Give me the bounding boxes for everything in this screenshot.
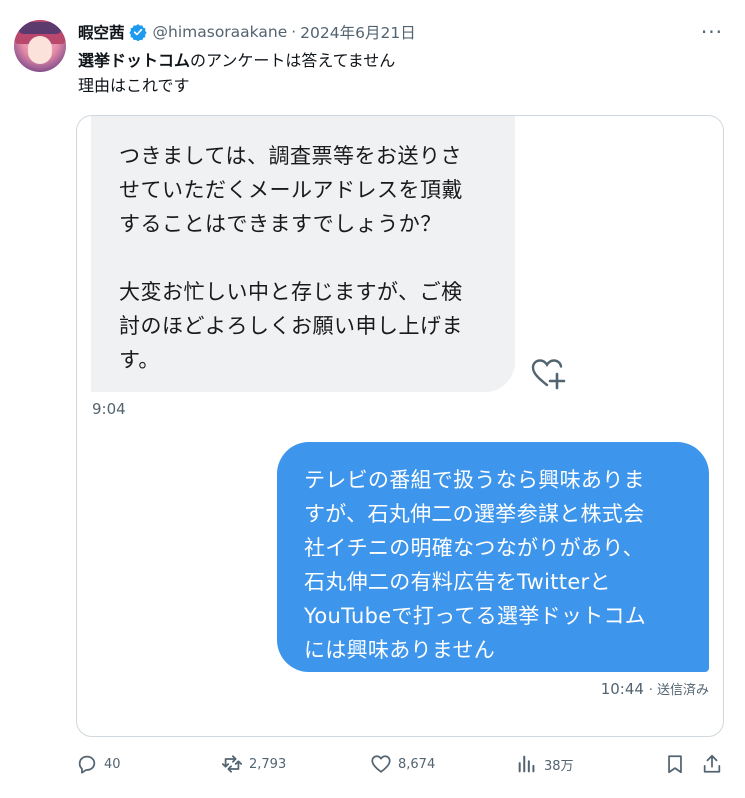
bookmark-button[interactable] [664, 748, 686, 780]
repost-count: 2,793 [249, 756, 287, 772]
mention-link[interactable]: 選挙ドットコム [78, 51, 190, 70]
sent-status: · 送信済み [648, 683, 709, 698]
incoming-time: 9:04 [92, 400, 126, 418]
incoming-line: することはできますでしょうか？ [119, 212, 442, 236]
outgoing-message-bubble: テレビの番組で扱うなら興味ありま すが、石丸伸二の選挙参謀と株式会 社イチニの明… [277, 442, 709, 672]
post-header: 暇空茜 @himasoraakane · 2024年6月21日 [78, 20, 416, 44]
author-name[interactable]: 暇空茜 [78, 21, 125, 43]
more-options-icon[interactable]: ··· [701, 20, 723, 44]
reply-button[interactable]: 40 [76, 748, 121, 780]
incoming-line: せていただくメールアドレスを頂戴 [119, 178, 463, 202]
post-text-line-1: 選挙ドットコムのアンケートは答えてません [78, 48, 395, 73]
post-date[interactable]: 2024年6月21日 [300, 21, 416, 43]
incoming-line: す。 [119, 348, 160, 372]
incoming-line: 討のほどよろしくお願い申し上げま [119, 314, 463, 338]
post-actions: 40 2,793 8,674 38万 [76, 748, 726, 780]
outgoing-line: には興味ありません [304, 638, 496, 662]
attached-image[interactable]: つきましては、調査票等をお送りさ せていただくメールアドレスを頂戴 することはで… [76, 115, 724, 737]
incoming-line: 大変お忙しい中と存じますが、ご検 [119, 280, 463, 304]
react-heart-plus-icon [531, 359, 566, 390]
outgoing-line: YouTubeで打ってる選挙ドットコム [304, 604, 647, 628]
post-text-rest: のアンケートは答えてません [190, 51, 396, 70]
share-icon [703, 754, 721, 773]
outgoing-line: 石丸伸二の有料広告をTwitterと [304, 570, 611, 594]
like-heart-icon [371, 755, 391, 773]
reply-count: 40 [104, 756, 121, 772]
outgoing-line: テレビの番組で扱うなら興味ありま [304, 468, 645, 492]
bookmark-icon [668, 755, 682, 774]
outgoing-line: すが、石丸伸二の選挙参謀と株式会 [304, 502, 645, 526]
post-text: 選挙ドットコムのアンケートは答えてません 理由はこれです [78, 48, 395, 98]
outgoing-time: 10:44 [600, 680, 644, 698]
views-button[interactable]: 38万 [516, 748, 574, 780]
repost-icon [221, 755, 243, 773]
post-text-line-2: 理由はこれです [78, 76, 190, 95]
outgoing-line: 社イチニの明確なつながりがあり、 [304, 536, 644, 560]
avatar[interactable] [14, 20, 66, 72]
share-button[interactable] [701, 748, 723, 780]
incoming-message-bubble: つきましては、調査票等をお送りさ せていただくメールアドレスを頂戴 することはで… [91, 116, 515, 392]
reply-icon [78, 755, 96, 774]
repost-button[interactable]: 2,793 [221, 748, 286, 780]
verified-badge-icon [128, 24, 147, 41]
avatar-face [28, 36, 52, 64]
separator-dot: · [291, 23, 297, 41]
like-count: 8,674 [398, 756, 436, 772]
incoming-line: つきましては、調査票等をお送りさ [119, 144, 462, 168]
like-button[interactable]: 8,674 [370, 748, 435, 780]
avatar-hat [18, 22, 62, 34]
outgoing-time-status: 10:44 · 送信済み [601, 679, 709, 698]
views-count: 38万 [544, 758, 574, 774]
views-bar-chart-icon [518, 755, 535, 773]
author-handle[interactable]: @himasoraakane [153, 23, 288, 41]
